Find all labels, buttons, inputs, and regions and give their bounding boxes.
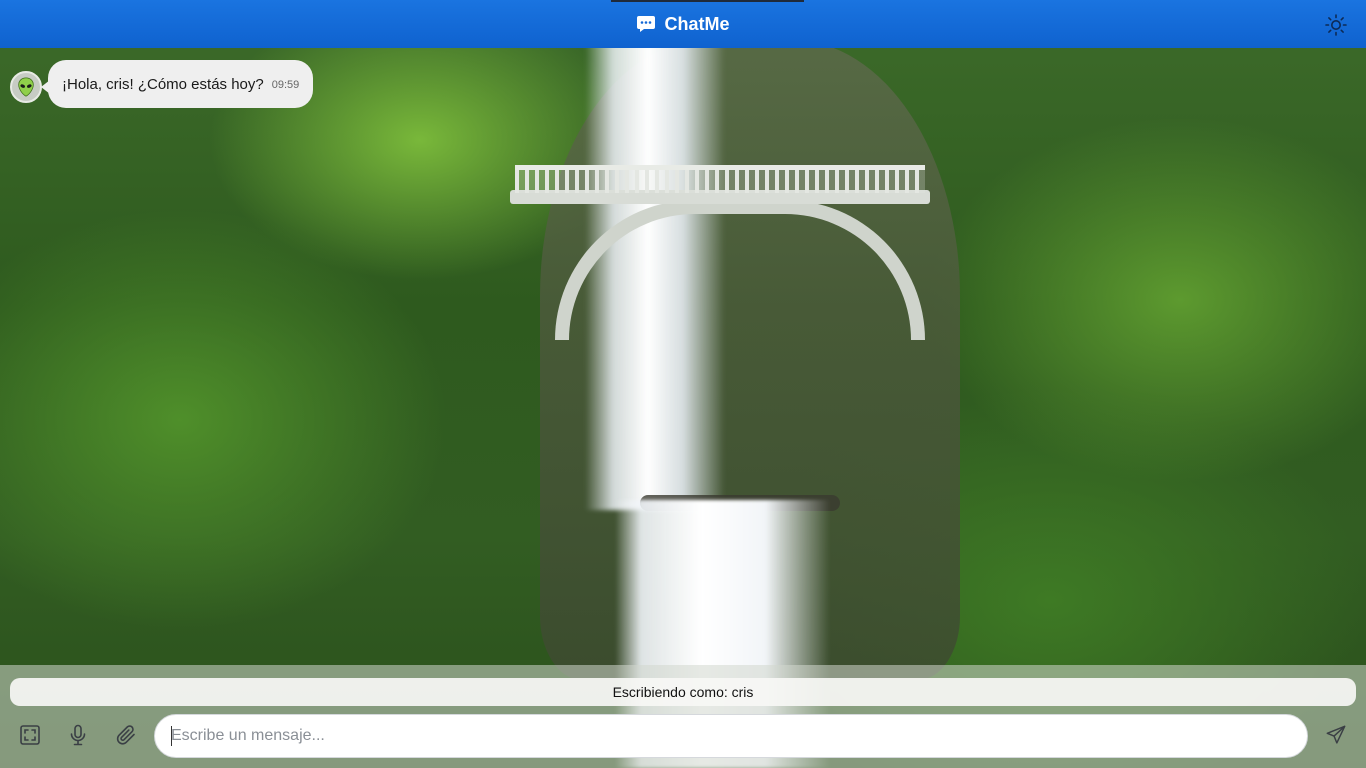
microphone-icon xyxy=(70,724,86,746)
app-header: ChatMe xyxy=(0,0,1366,48)
app-title: ChatMe xyxy=(664,13,730,34)
fullscreen-button[interactable] xyxy=(15,720,45,750)
attach-file-button[interactable] xyxy=(111,720,141,750)
microphone-button[interactable] xyxy=(63,720,93,750)
message-input[interactable] xyxy=(154,714,1308,758)
message-timestamp: 09:59 xyxy=(271,79,300,91)
alien-icon xyxy=(18,77,34,97)
send-icon xyxy=(1326,725,1346,744)
typing-status: Escribiendo como: cris xyxy=(10,678,1356,706)
header-notch xyxy=(611,0,804,2)
fullscreen-icon xyxy=(20,725,40,745)
bridge-railing xyxy=(515,165,925,193)
send-button[interactable] xyxy=(1321,720,1351,750)
chat-bubble-icon xyxy=(637,16,656,32)
sun-icon xyxy=(1325,14,1347,36)
avatar xyxy=(10,71,42,103)
background-image xyxy=(0,0,1366,768)
paperclip-icon xyxy=(116,725,135,745)
message-bubble: ¡Hola, cris! ¿Cómo estás hoy? 09:59 xyxy=(40,60,314,108)
theme-toggle-button[interactable] xyxy=(1324,13,1348,37)
text-caret xyxy=(171,726,172,746)
message-item: ¡Hola, cris! ¿Cómo estás hoy? 09:59 xyxy=(10,60,314,108)
brand: ChatMe xyxy=(636,13,730,35)
message-text: ¡Hola, cris! ¿Cómo estás hoy? xyxy=(62,75,264,93)
